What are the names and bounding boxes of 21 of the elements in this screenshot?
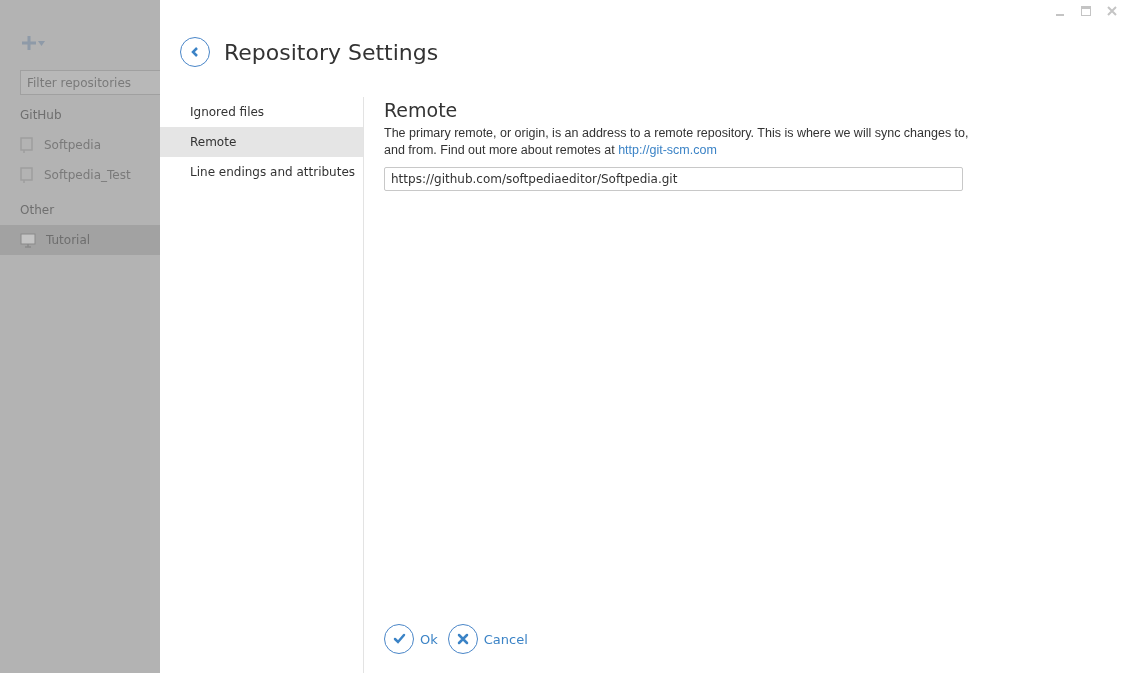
remote-url-field[interactable]: https://github.com/softpediaeditor/Softpedia.git: [384, 167, 963, 191]
settings-nav-item[interactable]: Ignored files: [160, 97, 363, 127]
caret-icon[interactable]: [38, 40, 45, 46]
repository-name: Softpedia: [44, 138, 101, 152]
chevron-left-icon: [191, 47, 199, 57]
section-description: The primary remote, or origin, is an address to a remote repository. This is where we will sync changes to, and from. Find out more about remotes at http://git-scm.com: [384, 125, 970, 159]
plus-icon[interactable]: [22, 36, 36, 50]
section-heading: Remote: [384, 99, 459, 121]
maximize-icon[interactable]: [1081, 6, 1091, 16]
cancel-button[interactable]: Cancel: [447, 624, 528, 654]
group-label: Other: [20, 203, 56, 219]
git-scm-link[interactable]: http://git-scm.com: [618, 143, 717, 157]
settings-nav-item[interactable]: Line endings and attributes: [160, 157, 363, 187]
settings-nav-item[interactable]: Remote: [160, 127, 363, 157]
back-button[interactable]: [180, 37, 210, 67]
repository-name: Softpedia_Test: [44, 168, 131, 182]
close-icon[interactable]: [1107, 6, 1117, 16]
group-label: GitHub: [20, 108, 63, 124]
page-title: Repository Settings: [224, 39, 439, 65]
filter-field[interactable]: Filter repositories: [20, 70, 160, 95]
monitor-icon: [20, 232, 36, 248]
